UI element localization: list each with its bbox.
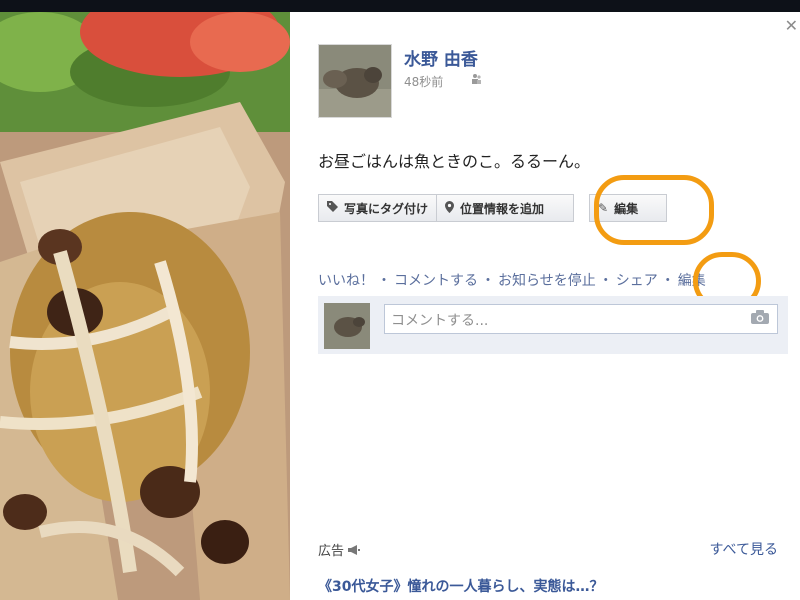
people-icon[interactable] bbox=[471, 73, 482, 88]
close-icon[interactable]: ✕ bbox=[785, 18, 798, 34]
food-photo-illustration bbox=[0, 12, 290, 600]
author-name[interactable]: 水野 由香 bbox=[404, 45, 478, 70]
post-caption: お昼ごはんは魚ときのこ。るるーん。 bbox=[318, 152, 591, 171]
megaphone-icon bbox=[348, 544, 361, 559]
squirrel-avatar-image bbox=[319, 45, 391, 117]
like-link[interactable]: いいね！ bbox=[318, 273, 374, 289]
top-bar bbox=[0, 0, 800, 12]
camera-icon[interactable] bbox=[751, 310, 769, 328]
tag-photo-label: 写真にタグ付け bbox=[344, 201, 429, 216]
link-separator: ・ bbox=[660, 273, 675, 289]
edit-link[interactable]: 編集 bbox=[678, 273, 706, 289]
post-detail-panel: ✕ 水野 由香 48秒前 お昼ごはんは魚ときのこ。るるーん。 写真にタグ付け 位… bbox=[290, 12, 800, 600]
ads-label-text: 広告 bbox=[318, 544, 345, 559]
link-separator: ・ bbox=[481, 273, 495, 289]
share-link[interactable]: シェア bbox=[616, 273, 658, 289]
post-links: いいね！・コメントする・お知らせを停止・シェア・編集 bbox=[318, 270, 706, 290]
pencil-icon: ✎ bbox=[598, 201, 609, 215]
link-separator: ・ bbox=[377, 273, 391, 289]
ad-headline[interactable]: 《30代女子》憧れの一人暮らし、実態は…？ bbox=[318, 576, 603, 596]
commenter-avatar[interactable] bbox=[324, 303, 370, 349]
tag-icon bbox=[327, 201, 338, 215]
post-photo[interactable] bbox=[0, 12, 290, 600]
map-pin-icon bbox=[445, 200, 455, 216]
post-timestamp[interactable]: 48秒前 bbox=[404, 73, 443, 90]
stop-notifications-link[interactable]: お知らせを停止 bbox=[498, 273, 596, 289]
comment-input[interactable]: コメントする... bbox=[384, 304, 778, 334]
photo-actions: 写真にタグ付け 位置情報を追加 ✎ 編集 bbox=[318, 194, 668, 224]
comment-box: コメントする... bbox=[318, 296, 788, 354]
link-separator: ・ bbox=[598, 273, 613, 289]
tag-photo-button[interactable]: 写真にタグ付け bbox=[318, 194, 438, 222]
comment-link[interactable]: コメントする bbox=[394, 273, 478, 289]
add-location-button[interactable]: 位置情報を追加 bbox=[436, 194, 575, 222]
add-location-label: 位置情報を追加 bbox=[460, 201, 545, 216]
squirrel-avatar-image bbox=[324, 303, 370, 349]
comment-placeholder: コメントする... bbox=[391, 313, 489, 329]
see-all-link[interactable]: すべて見る bbox=[710, 539, 778, 559]
edit-button[interactable]: ✎ 編集 bbox=[589, 194, 668, 222]
avatar[interactable] bbox=[318, 44, 392, 118]
ads-label: 広告 bbox=[318, 540, 361, 559]
edit-label: 編集 bbox=[614, 201, 639, 216]
